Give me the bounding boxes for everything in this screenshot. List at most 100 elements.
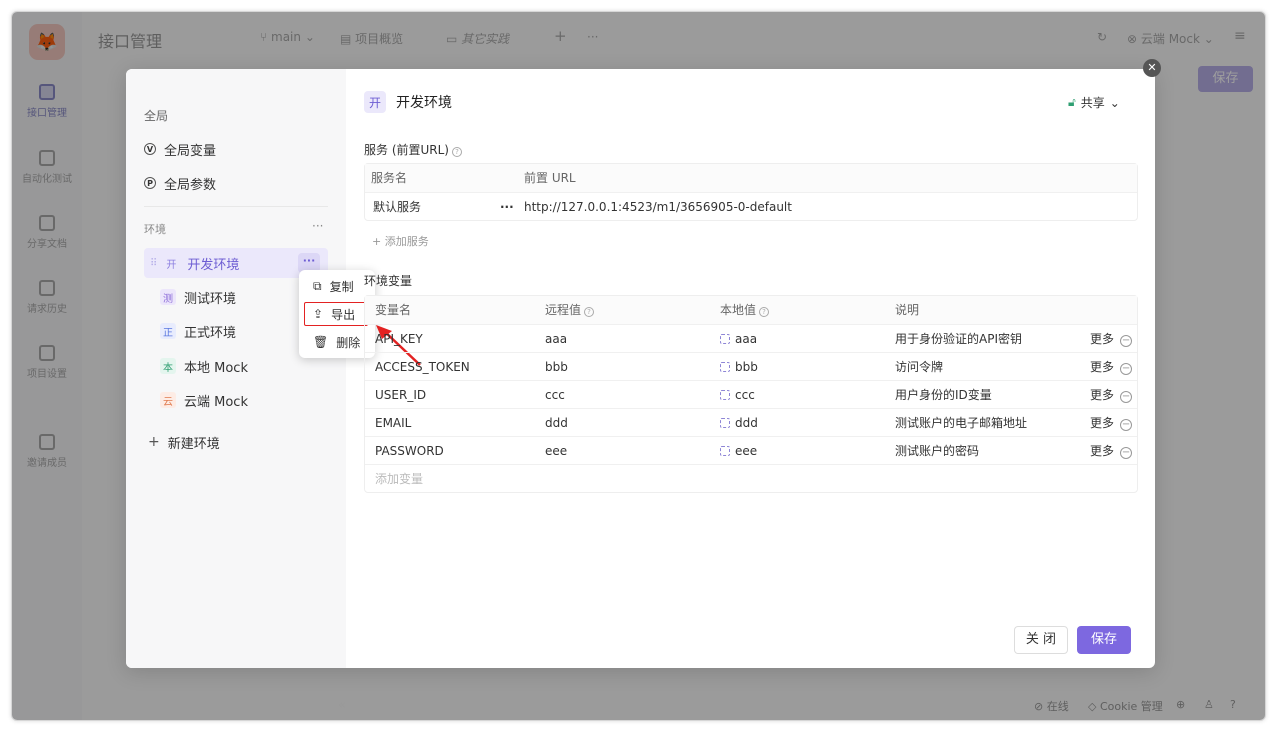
col-header-text: 本地值 <box>720 303 757 317</box>
item-label: 全局变量 <box>164 143 217 159</box>
add-var-input[interactable]: 添加变量 <box>375 465 423 493</box>
env-tag: 正 <box>160 323 176 339</box>
table-header: 服务名 前置 URL <box>365 164 1137 192</box>
save-button[interactable]: 保存 <box>1077 626 1131 654</box>
link-icon <box>720 390 730 400</box>
service-more-button[interactable]: ··· <box>500 193 514 221</box>
vars-label: 环境变量 <box>364 274 413 288</box>
modal-sidebar: 全局 V 全局变量 P 全局参数 环境 ··· ⠿ 开 开发环境 ··· 测 测试环… <box>126 69 346 668</box>
var-name[interactable]: ACCESS_TOKEN <box>375 353 470 381</box>
remove-icon[interactable]: − <box>1120 447 1133 459</box>
env-tag: 开 <box>166 259 177 271</box>
var-local: eee <box>735 444 758 458</box>
trash-icon: 🗑 <box>313 335 329 349</box>
var-more-button[interactable]: 更多 − <box>1090 381 1133 409</box>
menu-item-export[interactable]: ⇪ 导出 <box>304 302 368 326</box>
var-name[interactable]: PASSWORD <box>375 437 444 465</box>
table-header: 变量名 远程值? 本地值? 说明 <box>365 296 1137 324</box>
env-item-cloud-mock[interactable]: 云 云端 Mock <box>144 385 328 415</box>
var-remote[interactable]: eee <box>545 437 567 465</box>
var-local-cell[interactable]: ddd <box>720 409 758 437</box>
var-remote[interactable]: ddd <box>545 409 568 437</box>
var-local-cell[interactable]: aaa <box>720 325 757 353</box>
var-more-button[interactable]: 更多 − <box>1090 409 1133 437</box>
var-more-button[interactable]: 更多 − <box>1090 325 1133 353</box>
var-name[interactable]: API_KEY <box>375 325 423 353</box>
menu-label: 删除 <box>336 335 361 350</box>
link-icon <box>720 334 730 344</box>
var-name[interactable]: USER_ID <box>375 381 426 409</box>
env-section-title: 环境 <box>144 223 166 236</box>
chevron-down-icon: ⌄ <box>1109 95 1120 110</box>
add-service-button[interactable]: + 添加服务 <box>372 233 429 249</box>
more-label: 更多 <box>1090 444 1115 458</box>
env-header: 开 开发环境 <box>364 91 452 113</box>
var-desc[interactable]: 测试账户的电子邮箱地址 <box>895 409 1027 437</box>
remove-icon[interactable]: − <box>1120 391 1133 403</box>
item-label: 新建环境 <box>167 436 220 452</box>
global-params-item[interactable]: P 全局参数 <box>144 168 328 198</box>
env-name: 开发环境 <box>187 257 240 273</box>
env-tag: 测 <box>160 289 176 305</box>
table-row: PASSWORD eee eee 测试账户的密码 更多 − <box>365 436 1137 464</box>
close-button[interactable]: 关 闭 <box>1014 626 1068 654</box>
table-row: API_KEY aaa aaa 用于身份验证的API密钥 更多 − <box>365 324 1137 352</box>
share-dropdown[interactable]: 🔓︎ 共享 ⌄ <box>1068 94 1120 111</box>
global-variables-item[interactable]: V 全局变量 <box>144 134 328 164</box>
close-icon[interactable]: ✕ <box>1143 59 1161 77</box>
env-name: 正式环境 <box>184 325 237 341</box>
more-label: 更多 <box>1090 360 1115 374</box>
table-row: ACCESS_TOKEN bbb bbb 访问令牌 更多 − <box>365 352 1137 380</box>
var-remote[interactable]: bbb <box>545 353 568 381</box>
var-remote[interactable]: aaa <box>545 325 567 353</box>
var-desc[interactable]: 用于身份验证的API密钥 <box>895 325 1022 353</box>
var-more-button[interactable]: 更多 − <box>1090 437 1133 465</box>
var-local: aaa <box>735 332 758 346</box>
drag-handle-icon[interactable]: ⠿ <box>150 258 157 269</box>
collapse-icon[interactable]: « <box>338 698 346 713</box>
more-label: 更多 <box>1090 332 1115 346</box>
env-tag: 本 <box>160 358 176 374</box>
menu-label: 复制 <box>329 279 354 294</box>
export-icon: ⇪ <box>313 307 324 321</box>
menu-item-copy[interactable]: ⧉ 复制 <box>305 274 369 298</box>
link-icon <box>720 446 730 456</box>
remove-icon[interactable]: − <box>1120 335 1133 347</box>
col-header: 服务名 <box>371 171 408 185</box>
divider <box>144 206 328 207</box>
link-icon <box>720 362 730 372</box>
var-desc[interactable]: 用户身份的ID变量 <box>895 381 992 409</box>
menu-label: 导出 <box>331 307 356 322</box>
var-desc[interactable]: 访问令牌 <box>895 353 943 381</box>
services-table: 服务名 前置 URL 默认服务 ··· http://127.0.0.1:452… <box>364 163 1138 221</box>
var-local-cell[interactable]: bbb <box>720 353 758 381</box>
env-section-more-button[interactable]: ··· <box>312 219 323 233</box>
col-header-local: 本地值? <box>720 296 770 324</box>
var-local-cell[interactable]: ccc <box>720 381 755 409</box>
env-tag: 云 <box>160 392 176 408</box>
new-env-button[interactable]: + 新建环境 <box>148 427 332 457</box>
table-row: 默认服务 ··· http://127.0.0.1:4523/m1/365690… <box>365 192 1137 220</box>
help-icon: ? <box>759 307 770 317</box>
var-desc[interactable]: 测试账户的密码 <box>895 437 979 465</box>
plus-icon: + <box>148 434 160 450</box>
var-remote[interactable]: ccc <box>545 381 565 409</box>
col-header: 变量名 <box>375 303 412 317</box>
col-header: 前置 URL <box>524 171 576 185</box>
help-icon: ? <box>584 307 595 317</box>
service-url[interactable]: http://127.0.0.1:4523/m1/3656905-0-defau… <box>524 193 792 221</box>
remove-icon[interactable]: − <box>1120 363 1133 375</box>
var-more-button[interactable]: 更多 − <box>1090 353 1133 381</box>
remove-icon[interactable]: − <box>1120 419 1133 431</box>
menu-item-delete[interactable]: 🗑 删除 <box>305 330 369 354</box>
var-local-cell[interactable]: eee <box>720 437 757 465</box>
more-label: 更多 <box>1090 388 1115 402</box>
col-header-remote: 远程值? <box>545 296 595 324</box>
env-title[interactable]: 开发环境 <box>396 92 452 112</box>
services-label-text: 服务 (前置URL) <box>364 143 449 157</box>
link-icon <box>720 418 730 428</box>
var-local: ddd <box>735 416 758 430</box>
add-var-row[interactable]: 添加变量 <box>365 464 1137 492</box>
var-name[interactable]: EMAIL <box>375 409 411 437</box>
service-name[interactable]: 默认服务 <box>373 193 421 221</box>
